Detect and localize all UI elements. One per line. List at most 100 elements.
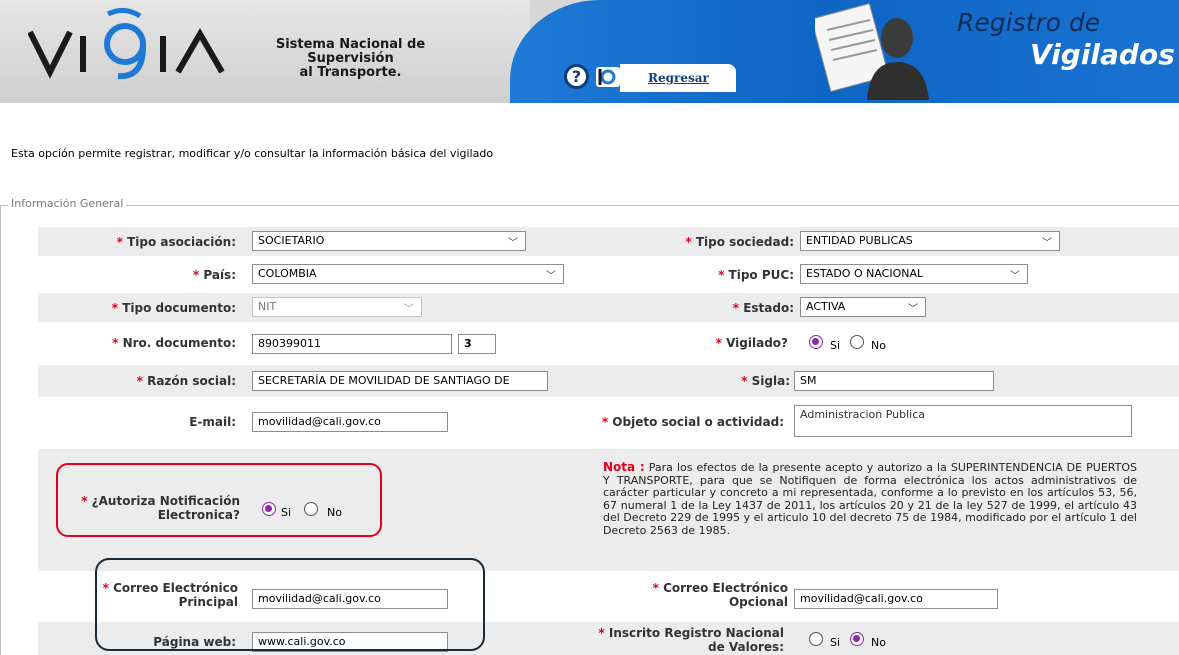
sigla-label-text: Sigla: [751, 374, 790, 388]
form-row-6: E-mail: movilidad@cali.gov.co * Objeto s… [38, 399, 1179, 445]
pais-label-text: País: [203, 268, 236, 282]
form-row-3: * Tipo documento: NIT ﹀ * Estado: ACTIVA ﹀ [38, 293, 1179, 322]
vigilado-no-label: No [871, 339, 886, 352]
correo-opcional-input[interactable]: movilidad@cali.gov.co [794, 589, 998, 609]
chevron-down-icon: ﹀ [1042, 238, 1052, 249]
registro-person-icon [815, 2, 929, 100]
nro-documento-label-text: Nro. documento: [122, 336, 236, 350]
inscrito-label-line1: Inscrito Registro Nacional [608, 626, 784, 640]
nota-text-block: Nota : Para los efectos de la presente a… [603, 461, 1137, 538]
objeto-social-label: * Objeto social o actividad: [598, 415, 784, 429]
estado-value: ACTIVA [806, 300, 846, 313]
logo-subtitle-line1: Sistema Nacional de Supervisión [275, 37, 426, 66]
nota-body: Para los efectos de la presente acepto y… [603, 461, 1137, 537]
email-input[interactable]: movilidad@cali.gov.co [252, 412, 448, 432]
sigla-input[interactable]: SM [794, 371, 994, 391]
required-mark: * [136, 374, 143, 388]
chevron-down-icon: ﹀ [508, 238, 518, 249]
tipo-puc-label: * Tipo PUC: [638, 268, 794, 282]
chevron-down-icon: ﹀ [404, 304, 414, 315]
required-mark: * [601, 415, 609, 429]
inscrito-no-radio[interactable] [850, 632, 864, 646]
tipo-documento-value: NIT [258, 300, 277, 313]
inscrito-no-label: No [871, 636, 886, 649]
correo-opcional-label: * Correo Electrónico Opcional [618, 581, 788, 609]
tipo-sociedad-label-text: Tipo sociedad: [695, 235, 794, 249]
chevron-down-icon: ﹀ [1010, 271, 1020, 282]
fieldset-legend: Información General [8, 197, 127, 210]
required-mark: * [732, 301, 739, 315]
required-mark: * [652, 581, 659, 595]
pais-label: * País: [78, 268, 236, 282]
objeto-social-textarea[interactable]: Administracion Publica [794, 405, 1132, 437]
highlight-box-correo-principal [95, 558, 485, 651]
tipo-documento-label-text: Tipo documento: [122, 301, 236, 315]
pais-select[interactable]: COLOMBIA ﹀ [252, 264, 564, 284]
fieldset-left-border [0, 205, 1, 655]
logo-subtitle: Sistema Nacional de Supervisión al Trans… [238, 38, 463, 80]
estado-label-text: Estado: [743, 301, 794, 315]
highlight-box-autoriza [56, 463, 382, 537]
required-mark: * [741, 374, 748, 388]
page-title-line1: Registro de [957, 8, 1101, 37]
form-row-5: * Razón social: SECRETARÍA DE MOVILIDAD … [38, 365, 1179, 397]
header-banner: Sistema Nacional de Supervisión al Trans… [0, 0, 1179, 103]
chevron-down-icon: ﹀ [546, 271, 556, 282]
estado-label: * Estado: [638, 301, 794, 315]
tipo-documento-select: NIT ﹀ [252, 297, 422, 317]
tipo-asociacion-label-text: Tipo asociación: [127, 235, 236, 249]
tipo-asociacion-label: * Tipo asociación: [78, 235, 236, 249]
inscrito-si-label: Si [830, 636, 841, 649]
sigla-label: * Sigla: [638, 374, 790, 388]
nota-title: Nota : [603, 460, 645, 474]
required-mark: * [718, 268, 725, 282]
regresar-link[interactable]: Regresar [648, 71, 709, 85]
form-row-2: * País: COLOMBIA ﹀ * Tipo PUC: ESTADO O N… [38, 260, 1179, 289]
nro-documento-input[interactable]: 890399011 [252, 334, 452, 354]
page-title-line2: Vigilados [1030, 38, 1175, 71]
razon-social-label-text: Razón social: [147, 374, 236, 388]
inscrito-registro-label: * Inscrito Registro Nacional de Valores: [598, 626, 784, 654]
chevron-down-icon: ﹀ [908, 304, 918, 315]
required-mark: * [685, 235, 692, 249]
vigilado-label: * Vigilado? [638, 336, 788, 350]
vigilado-no-radio[interactable] [850, 335, 864, 349]
intro-text: Esta opción permite registrar, modificar… [11, 147, 494, 160]
required-mark: * [598, 626, 605, 640]
logo-subtitle-line2: al Transporte. [299, 65, 402, 80]
required-mark: * [192, 268, 200, 282]
razon-social-input[interactable]: SECRETARÍA DE MOVILIDAD DE SANTIAGO DE [252, 371, 548, 391]
required-mark: * [111, 301, 119, 315]
inscrito-si-radio[interactable] [809, 632, 823, 646]
tipo-asociacion-select[interactable]: SOCIETARIO ﹀ [252, 231, 526, 251]
required-mark: * [715, 336, 722, 350]
question-icon[interactable]: ? [564, 64, 589, 89]
vigia-logo [28, 8, 225, 80]
required-mark: * [116, 235, 123, 249]
correo-opcional-label-line2: Opcional [728, 595, 788, 609]
tipo-sociedad-label: * Tipo sociedad: [638, 235, 794, 249]
vigilado-si-radio[interactable] [809, 335, 823, 349]
nro-documento-label: * Nro. documento: [78, 336, 236, 350]
razon-social-label: * Razón social: [78, 374, 236, 388]
fieldset-border [0, 205, 1179, 206]
email-label: E-mail: [189, 415, 236, 429]
vigia-mini-logo-icon [596, 67, 620, 87]
estado-select[interactable]: ACTIVA ﹀ [800, 297, 926, 317]
tipo-puc-label-text: Tipo PUC: [728, 268, 794, 282]
tipo-sociedad-select[interactable]: ENTIDAD PUBLICAS ﹀ [800, 231, 1060, 251]
form-row-1: * Tipo asociación: SOCIETARIO ﹀ * Tipo so… [38, 227, 1179, 256]
tipo-documento-label: * Tipo documento: [78, 301, 236, 315]
digito-verificacion-input[interactable]: 3 [458, 334, 496, 354]
tipo-puc-value: ESTADO O NACIONAL [806, 267, 924, 280]
vigilado-label-text: Vigilado? [726, 336, 788, 350]
required-mark: * [112, 336, 119, 350]
correo-opcional-label-line1: Correo Electrónico [663, 581, 788, 595]
vigilado-si-label: Si [830, 339, 841, 352]
tipo-asociacion-value: SOCIETARIO [258, 234, 325, 247]
inscrito-label-line2: de Valores: [708, 640, 784, 654]
form-row-4: * Nro. documento: 890399011 3 * Vigilado… [38, 326, 1179, 362]
objeto-social-label-text: Objeto social o actividad: [612, 415, 784, 429]
tipo-puc-select[interactable]: ESTADO O NACIONAL ﹀ [800, 264, 1028, 284]
pais-value: COLOMBIA [258, 267, 317, 280]
